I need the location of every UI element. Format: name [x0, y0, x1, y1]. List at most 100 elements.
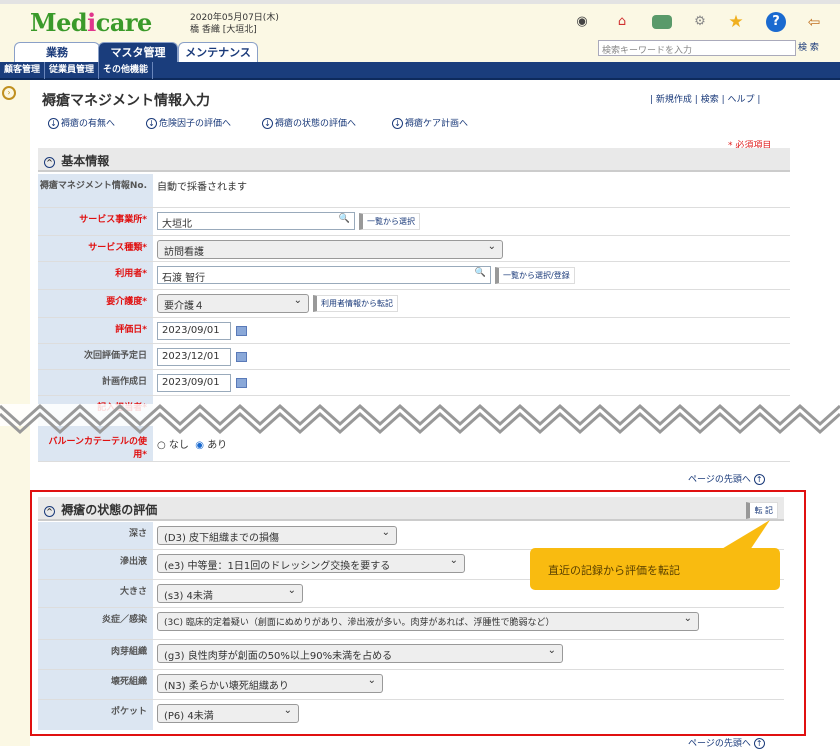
- eval-date-input[interactable]: 2023/09/01: [157, 322, 231, 340]
- new-link[interactable]: 新規作成: [656, 95, 692, 105]
- plan-date-input[interactable]: 2023/09/01: [157, 374, 231, 392]
- radio-none[interactable]: ○ なし: [157, 440, 189, 451]
- section-basic-header[interactable]: ^ 基本情報: [38, 148, 790, 172]
- tab-business[interactable]: 業務: [14, 42, 100, 62]
- logo[interactable]: Medicare: [30, 8, 152, 37]
- arrow-down-icon: ↓: [146, 118, 157, 129]
- star-icon[interactable]: ★: [726, 12, 746, 32]
- row-pocket: ポケット (P6) 4未満: [38, 700, 784, 730]
- row-next-eval-date: 次回評価予定日 2023/12/01: [38, 344, 790, 370]
- size-select[interactable]: (s3) 4未満: [157, 584, 303, 603]
- arrow-down-icon: ↓: [48, 118, 59, 129]
- label: 壊死組織: [38, 670, 153, 699]
- inflammation-select[interactable]: (3C) 臨床的定着疑い（創面にぬめりがあり、滲出液が多い。肉芽があれば、浮腫性…: [157, 612, 699, 631]
- row-plan-date: 計画作成日 2023/09/01: [38, 370, 790, 396]
- label: 評価日*: [38, 318, 153, 343]
- label: サービス事業所*: [38, 208, 153, 235]
- radio-yes[interactable]: ◉ あり: [195, 440, 227, 451]
- balloon-radio-group: ○ なし ◉ あり: [157, 436, 227, 451]
- tab-master[interactable]: マスタ管理: [98, 42, 178, 62]
- label: サービス種類*: [38, 236, 153, 261]
- callout-tooltip: 直近の記録から評価を転記: [530, 548, 780, 590]
- collapse-icon[interactable]: ^: [44, 506, 55, 517]
- subnav-customer[interactable]: 顧客管理: [0, 62, 46, 79]
- label: 滲出液: [38, 550, 153, 579]
- collapse-icon[interactable]: ^: [44, 157, 55, 168]
- callout-pointer: [720, 520, 770, 550]
- calendar-icon[interactable]: [236, 378, 247, 388]
- omission-zigzag: [0, 403, 840, 434]
- pocket-select[interactable]: (P6) 4未満: [157, 704, 299, 723]
- next-eval-date-input[interactable]: 2023/12/01: [157, 348, 231, 366]
- subnav-staff[interactable]: 従業員管理: [45, 62, 100, 79]
- row-necrosis: 壊死組織 (N3) 柔らかい壊死組織あり: [38, 670, 784, 700]
- anchor-risk[interactable]: ↓ 危険因子の評価へ: [146, 116, 231, 129]
- row-user: 利用者* 石渡 智行 🔍 一覧から選択/登録: [38, 262, 790, 290]
- necrosis-select[interactable]: (N3) 柔らかい壊死組織あり: [157, 674, 383, 693]
- search-icon[interactable]: 🔍: [475, 268, 486, 278]
- subnav-other[interactable]: その他機能: [99, 62, 154, 79]
- label: 大きさ: [38, 580, 153, 607]
- granulation-select[interactable]: (g3) 良性肉芽が創面の50%以上90%未満を占める: [157, 644, 563, 663]
- row-inflammation: 炎症／感染 (3C) 臨床的定着疑い（創面にぬめりがあり、滲出液が多い。肉芽があれ…: [38, 608, 784, 640]
- arrow-down-icon: ↓: [262, 118, 273, 129]
- calendar-icon[interactable]: [236, 352, 247, 362]
- arrow-up-icon: ↑: [753, 738, 765, 749]
- label: 深さ: [38, 522, 153, 549]
- anchor-careplan[interactable]: ↓ 褥瘡ケア計画へ: [392, 116, 468, 129]
- search-link[interactable]: 検索: [701, 95, 719, 105]
- care-level-select[interactable]: 要介護４: [157, 294, 309, 313]
- row-record-no: 褥瘡マネジメント情報No. 自動で採番されます: [38, 174, 790, 208]
- record-icon[interactable]: ◉: [572, 12, 592, 32]
- tab-maintenance[interactable]: メンテナンス: [178, 42, 258, 62]
- page-top-link-bottom[interactable]: ページの先頭へ ↑: [688, 736, 767, 749]
- row-service-office: サービス事業所* 大垣北 🔍 一覧から選択: [38, 208, 790, 236]
- select-user-button[interactable]: 一覧から選択/登録: [495, 266, 575, 284]
- depth-select[interactable]: (D3) 皮下組織までの損傷: [157, 526, 397, 545]
- copy-button[interactable]: 転 記: [746, 502, 778, 519]
- select-office-button[interactable]: 一覧から選択: [359, 212, 420, 230]
- label: 次回評価予定日: [38, 344, 153, 369]
- user-input[interactable]: 石渡 智行 🔍: [157, 266, 491, 284]
- record-no-value: 自動で採番されます: [157, 182, 247, 193]
- service-type-select[interactable]: 訪問看護: [157, 240, 503, 259]
- search-input[interactable]: 検索キーワードを入力: [598, 40, 796, 56]
- session-info: 2020年05月07日(木) 橋 香織 [大垣北]: [190, 12, 279, 36]
- search-icon[interactable]: 🔍: [339, 214, 350, 224]
- label: 炎症／感染: [38, 608, 153, 639]
- anchor-state[interactable]: ↓ 褥瘡の状態の評価へ: [262, 116, 356, 129]
- label: 褥瘡マネジメント情報No.: [38, 174, 153, 207]
- arrow-up-icon: ↑: [753, 474, 765, 485]
- label: 利用者*: [38, 262, 153, 289]
- copy-from-user-button[interactable]: 利用者情報から転記: [313, 295, 398, 312]
- service-office-input[interactable]: 大垣北 🔍: [157, 212, 355, 230]
- search-button[interactable]: 検 索: [798, 40, 819, 56]
- arrow-down-icon: ↓: [392, 118, 403, 129]
- row-eval-date: 評価日* 2023/09/01: [38, 318, 790, 344]
- row-care-level: 要介護度*要介護４利用者情報から転記: [38, 290, 790, 318]
- help-link[interactable]: ヘルプ: [727, 95, 754, 105]
- exudate-select[interactable]: (e3) 中等量：1日1回のドレッシング交換を要する: [157, 554, 465, 573]
- label: 計画作成日: [38, 370, 153, 395]
- label: 要介護度*: [38, 290, 153, 317]
- gear-icon[interactable]: ⚙: [690, 12, 710, 32]
- sub-nav: 顧客管理 従業員管理 その他機能: [0, 62, 840, 80]
- page-title: 褥瘡マネジメント情報入力: [42, 93, 210, 109]
- help-icon[interactable]: ?: [766, 12, 786, 32]
- logout-icon[interactable]: ⇦: [804, 12, 824, 32]
- home-icon[interactable]: ⌂: [612, 12, 632, 32]
- board-icon[interactable]: [652, 15, 672, 29]
- calendar-icon[interactable]: [236, 326, 247, 336]
- user-name: 橋 香織 [大垣北]: [190, 25, 257, 35]
- row-granulation: 肉芽組織 (g3) 良性肉芽が創面の50%以上90%未満を占める: [38, 640, 784, 670]
- expand-icon[interactable]: ›: [2, 86, 16, 100]
- page-top-link[interactable]: ページの先頭へ ↑: [688, 472, 767, 485]
- row-service-type: サービス種類* 訪問看護: [38, 236, 790, 262]
- page-actions: | 新規作成 | 検索 | ヘルプ |: [650, 95, 761, 105]
- anchor-presence[interactable]: ↓ 褥瘡の有無へ: [48, 116, 115, 129]
- current-date: 2020年05月07日(木): [190, 13, 279, 23]
- section-state-header[interactable]: ^ 褥瘡の状態の評価転 記: [38, 497, 784, 521]
- label: 肉芽組織: [38, 640, 153, 669]
- row-depth: 深さ (D3) 皮下組織までの損傷: [38, 522, 784, 550]
- label: ポケット: [38, 700, 153, 730]
